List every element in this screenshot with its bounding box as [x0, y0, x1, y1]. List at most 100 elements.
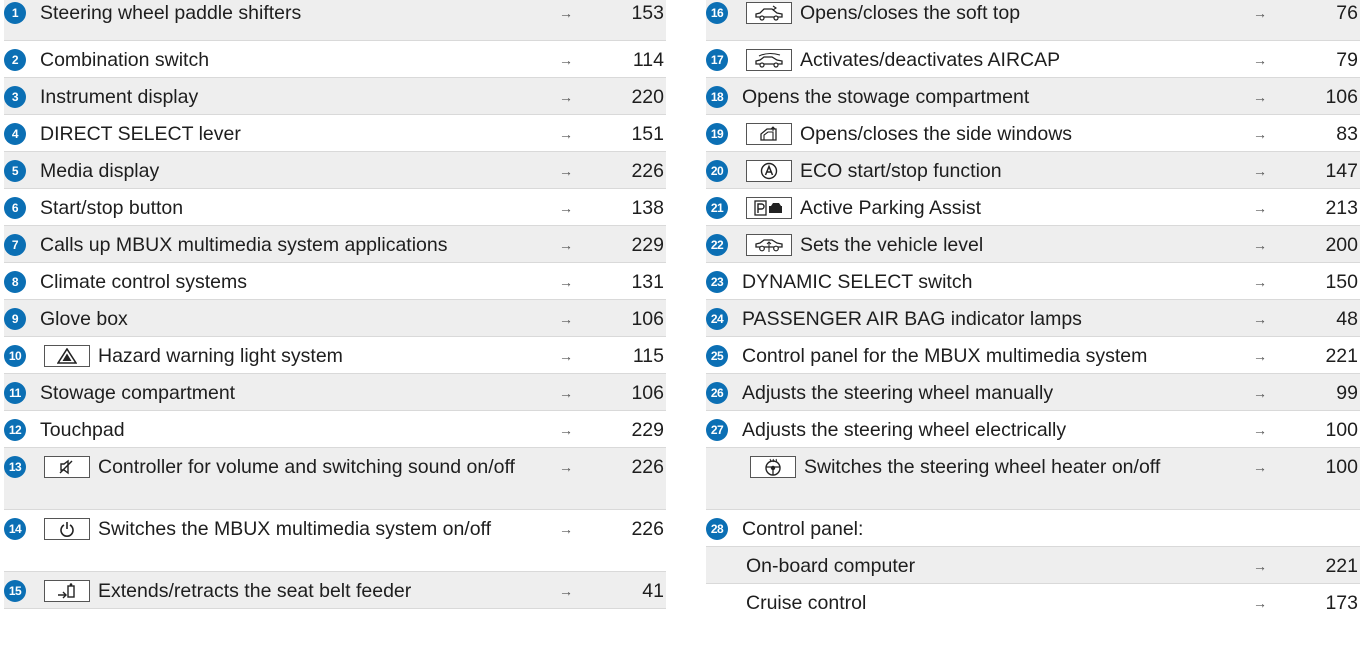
list-item: 16 Opens/closes the soft top → 76 [706, 0, 1360, 41]
list-item: Switches the steering wheel heater on/of… [706, 448, 1360, 510]
item-description: PASSENGER AIR BAG indicator lamps [742, 308, 1082, 330]
page-reference[interactable]: 106 [1290, 86, 1360, 108]
item-description: Touchpad [40, 419, 125, 441]
page-reference[interactable]: 131 [596, 271, 666, 293]
list-item: 20 ECO start/stop function → 147 [706, 152, 1360, 189]
item-number-badge: 18 [706, 86, 728, 108]
page-reference[interactable]: 173 [1290, 592, 1360, 614]
item-description: Steering wheel paddle shifters [40, 2, 302, 24]
page-reference[interactable]: 83 [1290, 123, 1360, 145]
item-number-badge: 21 [706, 197, 728, 219]
page-reference[interactable]: 99 [1290, 382, 1360, 404]
item-description: Glove box [40, 308, 128, 330]
item-number-badge: 20 [706, 160, 728, 182]
arrow-icon: → [559, 348, 573, 364]
eco-start-stop-icon [746, 160, 792, 182]
item-description: Control panel: [742, 518, 864, 540]
page-reference[interactable]: 150 [1290, 271, 1360, 293]
item-number-badge: 13 [4, 456, 26, 478]
item-number-badge: 24 [706, 308, 728, 330]
list-item: 21 Active Parking Assist → 213 [706, 189, 1360, 226]
item-number-badge: 17 [706, 49, 728, 71]
list-item: 19 Opens/closes the side windows → 83 [706, 115, 1360, 152]
item-description: Opens/closes the side windows [800, 123, 1073, 145]
page-reference[interactable]: 79 [1290, 49, 1360, 71]
list-item: 22 Sets the vehicle level → 200 [706, 226, 1360, 263]
page-reference[interactable]: 147 [1290, 160, 1360, 182]
item-number-badge: 1 [4, 2, 26, 24]
page-reference[interactable]: 226 [596, 518, 666, 540]
item-number-badge: 23 [706, 271, 728, 293]
page-reference[interactable]: 200 [1290, 234, 1360, 256]
list-item: 26 Adjusts the steering wheel manually → … [706, 374, 1360, 411]
item-description: Adjusts the steering wheel electrically [742, 419, 1067, 441]
page-reference[interactable]: 115 [596, 345, 666, 367]
mute-speaker-icon [44, 456, 90, 478]
list-item: 28 Control panel: [706, 510, 1360, 547]
list-item: 6 Start/stop button → 138 [4, 189, 666, 226]
item-description: Control panel for the MBUX multimedia sy… [742, 345, 1148, 367]
list-item: 24 PASSENGER AIR BAG indicator lamps → 48 [706, 300, 1360, 337]
item-number-badge: 15 [4, 580, 26, 602]
list-item: 18 Opens the stowage compartment → 106 [706, 78, 1360, 115]
item-description: Extends/retracts the seat belt feeder [98, 580, 412, 602]
arrow-icon: → [1253, 459, 1267, 475]
arrow-icon: → [1253, 200, 1267, 216]
page-reference[interactable]: 151 [596, 123, 666, 145]
page-reference[interactable]: 226 [596, 160, 666, 182]
item-number-badge: 8 [4, 271, 26, 293]
list-item: 13 Controller for volume and switching so… [4, 448, 666, 510]
item-number-badge: 9 [4, 308, 26, 330]
page-reference[interactable]: 106 [596, 382, 666, 404]
page-reference[interactable]: 138 [596, 197, 666, 219]
item-number-badge: 19 [706, 123, 728, 145]
arrow-icon: → [1253, 52, 1267, 68]
item-description: ECO start/stop function [800, 160, 1002, 182]
power-icon [44, 518, 90, 540]
item-description: Opens the stowage compartment [742, 86, 1030, 108]
item-number-badge: 25 [706, 345, 728, 367]
list-item: 11 Stowage compartment → 106 [4, 374, 666, 411]
item-description: Opens/closes the soft top [800, 2, 1021, 24]
page-reference[interactable]: 226 [596, 456, 666, 478]
arrow-icon: → [559, 163, 573, 179]
list-item: 23 DYNAMIC SELECT switch → 150 [706, 263, 1360, 300]
page-reference[interactable]: 221 [1290, 345, 1360, 367]
side-windows-icon [746, 123, 792, 145]
item-number-badge: 7 [4, 234, 26, 256]
item-number-badge: 22 [706, 234, 728, 256]
page-reference[interactable]: 114 [596, 49, 666, 71]
page-reference[interactable]: 220 [596, 86, 666, 108]
list-item: Cruise control → 173 [706, 584, 1360, 621]
page-reference[interactable]: 41 [596, 580, 666, 602]
item-description: Climate control systems [40, 271, 247, 293]
item-description: Activates/deactivates AIRCAP [800, 49, 1061, 71]
arrow-icon: → [559, 52, 573, 68]
page-reference[interactable]: 106 [596, 308, 666, 330]
list-item: 4 DIRECT SELECT lever → 151 [4, 115, 666, 152]
page-reference[interactable]: 100 [1290, 419, 1360, 441]
arrow-icon: → [1253, 274, 1267, 290]
soft-top-icon [746, 2, 792, 24]
page-reference[interactable]: 213 [1290, 197, 1360, 219]
page-reference[interactable]: 153 [596, 2, 666, 24]
item-description: Cruise control [746, 592, 867, 614]
item-description: Start/stop button [40, 197, 184, 219]
page-reference[interactable]: 229 [596, 419, 666, 441]
arrow-icon: → [559, 385, 573, 401]
arrow-icon: → [1253, 385, 1267, 401]
list-item: 17 Activates/deactivates AIRCAP → 79 [706, 41, 1360, 78]
arrow-icon: → [559, 521, 573, 537]
item-description: Instrument display [40, 86, 199, 108]
page-reference[interactable]: 221 [1290, 555, 1360, 577]
aircap-icon [746, 49, 792, 71]
page-reference[interactable]: 229 [596, 234, 666, 256]
item-description: Switches the MBUX multimedia system on/o… [98, 518, 492, 540]
page-reference[interactable]: 48 [1290, 308, 1360, 330]
page-reference[interactable]: 100 [1290, 456, 1360, 478]
list-item: 12 Touchpad → 229 [4, 411, 666, 448]
arrow-icon: → [559, 422, 573, 438]
page-reference[interactable]: 76 [1290, 2, 1360, 24]
arrow-icon: → [559, 5, 573, 21]
arrow-icon: → [1253, 311, 1267, 327]
